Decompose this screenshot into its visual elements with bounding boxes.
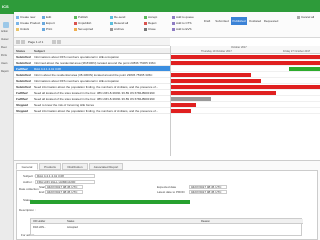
- status-tab-draft[interactable]: Draft: [201, 17, 213, 25]
- status-tab-requested[interactable]: Requested: [263, 17, 279, 25]
- status-tab-outdated[interactable]: Outdated: [248, 17, 262, 25]
- create-product-button[interactable]: Create Product: [16, 21, 40, 25]
- column-status: Status: [67, 220, 75, 223]
- request-grid: Status Subject Submitted Informations abo…: [14, 46, 170, 156]
- grid-pager: Page 1 of 1: [14, 38, 170, 46]
- nav-action-icon[interactable]: [3, 22, 9, 28]
- archive-button[interactable]: Archive: [110, 27, 124, 31]
- nav-item-vessel[interactable]: Vessel: [1, 38, 13, 41]
- timeline-bar[interactable]: [171, 61, 320, 65]
- action-row-holder[interactable]: FRA LDN...: [33, 226, 46, 229]
- add-to-cts-button[interactable]: Add to CTS: [172, 21, 192, 25]
- prev-page-button[interactable]: [21, 40, 25, 44]
- accept-button[interactable]: Accept: [144, 15, 157, 19]
- timeline-month: October 2017: [231, 46, 247, 49]
- subject-label: Subject :: [23, 174, 35, 178]
- nav-item-action[interactable]: Action: [1, 30, 13, 33]
- latest-date-label: Latest date to PROD: [157, 190, 185, 194]
- timeline-bar[interactable]: [171, 55, 320, 59]
- author-label: Author :: [23, 180, 34, 184]
- last-page-button[interactable]: [57, 40, 61, 44]
- cancel-all-button[interactable]: Cancel all: [297, 15, 314, 19]
- add-to-evs-button[interactable]: Add to EVS: [172, 27, 192, 31]
- timeline-header: October 2017 Thursday 19 October 2017 Fr…: [171, 46, 320, 54]
- nav-item-fleet[interactable]: Fleet: [1, 46, 13, 49]
- print-button[interactable]: Print: [42, 27, 52, 31]
- edit-button[interactable]: Edit: [42, 15, 51, 19]
- nav-item-users[interactable]: Users: [1, 62, 13, 65]
- table-row[interactable]: Stopped Need information about the popula…: [14, 108, 170, 114]
- column-status[interactable]: Status: [16, 49, 25, 53]
- timeline-bar[interactable]: [289, 67, 320, 71]
- ribbon-toolbar: Create new Create Product Unlock Edit Ex…: [14, 12, 320, 38]
- column-or-holder: OR Holder: [33, 220, 46, 223]
- description-label: Description :: [19, 208, 36, 212]
- nav-item-report[interactable]: Report: [1, 70, 13, 73]
- timeline-bar[interactable]: [171, 109, 191, 113]
- page-indicator: Page 1 of 1: [28, 40, 44, 44]
- status-indicator-bar: [30, 200, 190, 204]
- timeline-day-1: Thursday 19 October 2017: [201, 50, 232, 53]
- reject-button[interactable]: Reject: [144, 21, 157, 25]
- timeline-bar[interactable]: [171, 79, 261, 83]
- add-to-queue-button[interactable]: Add to queue: [172, 15, 194, 19]
- timeline-day-2: Friday 27 October 2017: [283, 50, 311, 53]
- action-row-status: Accepted: [67, 226, 78, 229]
- timeline-gantt: October 2017 Thursday 19 October 2017 Fr…: [170, 46, 320, 156]
- status-tab-submitted[interactable]: Submitted: [214, 17, 230, 25]
- tab-products[interactable]: Products: [39, 163, 61, 170]
- subject-field[interactable]: RAA 4.4.1 4.41 3.08: [35, 174, 95, 178]
- expected-date-label: Expected date: [157, 185, 177, 189]
- create-new-button[interactable]: Create new: [16, 15, 35, 19]
- date-end-label: End: [39, 190, 45, 194]
- export-button[interactable]: Export: [42, 21, 55, 25]
- timeline-row: [171, 108, 320, 114]
- timeline-bar[interactable]: [171, 97, 211, 101]
- timeline-bar[interactable]: [171, 85, 320, 89]
- nav-item-ports[interactable]: Ports: [1, 54, 13, 57]
- tab-distribution[interactable]: Distribution: [62, 163, 88, 170]
- timeline-bar[interactable]: [171, 103, 196, 107]
- tab-associated-report[interactable]: Associated Report: [89, 163, 123, 170]
- resend-all-button[interactable]: Resend all: [110, 21, 128, 25]
- column-reason: Reason: [201, 220, 210, 223]
- date-collection-label: Date collection :: [19, 187, 41, 191]
- expected-date-field[interactable]: 04/07/2017 08:45 UTC: [189, 185, 227, 189]
- unpublish-button[interactable]: Unpublish: [74, 21, 91, 25]
- column-subject[interactable]: Subject: [34, 49, 45, 53]
- resend-button[interactable]: Re-send: [110, 15, 125, 19]
- date-start-field[interactable]: 04/07/2017 08:45 UTC: [45, 185, 83, 189]
- for-action-table: OR Holder Status Reason FRA LDN... Accep…: [30, 218, 303, 236]
- timeline-bar[interactable]: [171, 73, 251, 77]
- action-table-header: OR Holder Status Reason: [31, 219, 303, 224]
- date-end-field[interactable]: 04/07/2017 08:45 UTC: [45, 190, 83, 194]
- next-page-button[interactable]: [52, 40, 56, 44]
- latest-date-field[interactable]: 04/07/2017 08:45 UTC: [189, 190, 227, 194]
- set-expired-button[interactable]: Set expired: [74, 27, 93, 31]
- close-button[interactable]: Close: [144, 27, 156, 31]
- status-tab-published[interactable]: Published: [231, 17, 247, 25]
- first-page-button[interactable]: [16, 40, 20, 44]
- tab-general[interactable]: General: [16, 163, 38, 170]
- left-nav: Action Vessel Fleet Ports Users Report: [0, 14, 14, 240]
- unlock-button[interactable]: Unlock: [16, 27, 29, 31]
- publish-button[interactable]: Publish: [74, 15, 88, 19]
- app-name: ICS: [2, 4, 9, 9]
- timeline-bar[interactable]: [171, 91, 276, 95]
- author-field[interactable]: FRA LDN 1GLL HUMD-0200: [35, 180, 95, 184]
